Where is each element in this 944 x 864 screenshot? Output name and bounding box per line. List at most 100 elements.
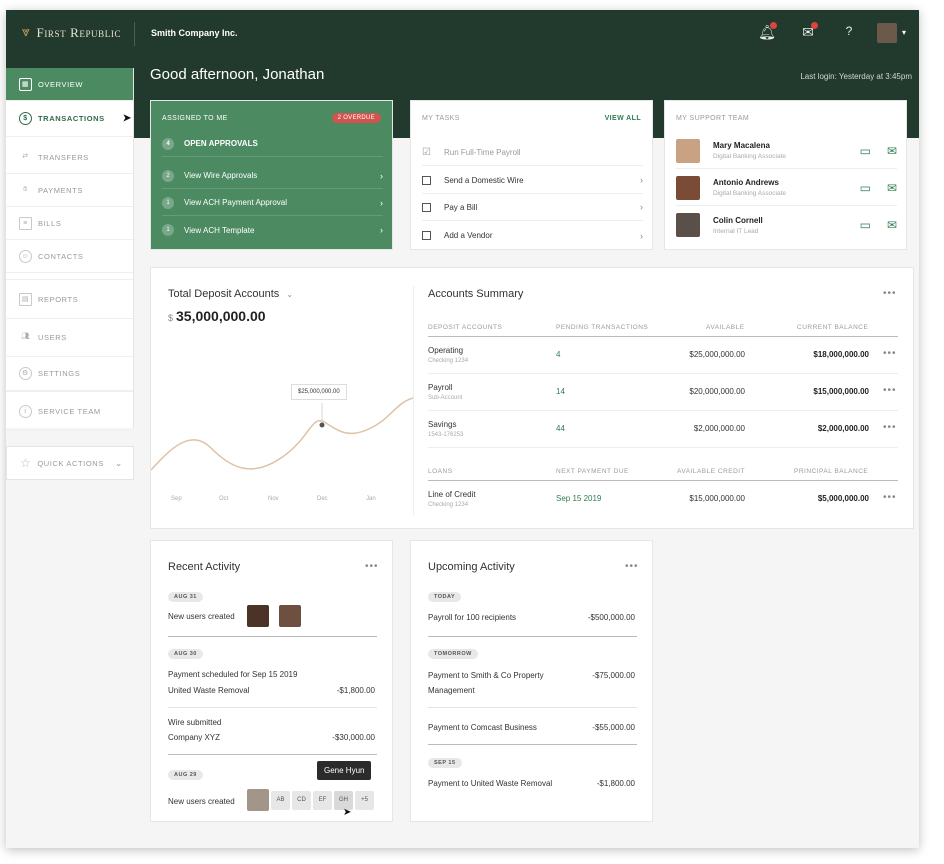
deposit-title-label: Total Deposit Accounts <box>168 288 280 300</box>
pending-count[interactable]: 14 <box>556 387 565 396</box>
pending-count[interactable]: 44 <box>556 424 565 433</box>
task-item[interactable]: Add a Vendor › <box>422 222 643 249</box>
brand-logo[interactable]: ⩔ First Republic <box>22 25 121 41</box>
mouse-cursor-icon: ➤ <box>343 807 352 818</box>
member-name: Antonio Andrews <box>713 178 779 187</box>
avatar[interactable] <box>247 789 269 811</box>
sidebar-item-transactions[interactable]: $ TRANSACTIONS ➤ <box>6 101 133 137</box>
more-menu-icon[interactable]: ••• <box>883 288 897 299</box>
loan-name[interactable]: Line of Credit Checking 1234 <box>428 490 476 508</box>
row-more-icon[interactable]: ••• <box>883 422 897 433</box>
more-menu-icon[interactable]: ••• <box>365 561 379 572</box>
sidebar-item-label: TRANSACTIONS <box>38 114 105 123</box>
notification-dot <box>770 22 777 29</box>
user-initials[interactable]: EF <box>313 791 332 810</box>
account-name-text: Operating <box>428 346 464 355</box>
email-icon[interactable]: ✉ <box>887 181 897 195</box>
dollar-icon: $ <box>19 112 32 125</box>
more-users-count[interactable]: +5 <box>355 791 374 810</box>
account-name[interactable]: Payroll Sub-Account <box>428 383 462 401</box>
task-checkbox[interactable] <box>422 231 431 240</box>
count-badge: 2 <box>162 169 174 182</box>
sidebar-item-reports[interactable]: ▤ REPORTS <box>6 279 133 319</box>
upcoming-title: Upcoming Activity <box>428 561 515 573</box>
open-approvals-row[interactable]: 4 OPEN APPROVALS <box>162 131 383 157</box>
account-name[interactable]: Operating Checking 1234 <box>428 346 468 364</box>
sidebar-item-service-team[interactable]: i SERVICE TEAM <box>6 391 133 431</box>
section-divider <box>168 754 377 755</box>
quick-actions-menu[interactable]: ☆ QUICK ACTIONS ⌄ <box>6 446 134 480</box>
task-label: Pay a Bill <box>444 202 478 212</box>
chat-icon[interactable]: ▭ <box>860 144 871 158</box>
pending-count[interactable]: 4 <box>556 350 560 359</box>
chevron-right-icon: › <box>640 175 643 185</box>
summary-title: Accounts Summary <box>428 288 524 300</box>
deposit-title[interactable]: Total Deposit Accounts ⌄ <box>168 288 293 300</box>
balance-amount: $18,000,000.00 <box>813 350 869 359</box>
ach-template-row[interactable]: 1 View ACH Template › <box>162 217 383 243</box>
chevron-right-icon: › <box>380 197 383 208</box>
task-checkbox[interactable] <box>422 175 431 185</box>
view-all-link[interactable]: VIEW ALL <box>605 115 641 122</box>
column-header: AVAILABLE <box>706 324 745 331</box>
chevron-down-icon: ⌄ <box>286 290 294 299</box>
account-name-text: Savings <box>428 420 457 429</box>
next-payment-due: Sep 15 2019 <box>556 494 602 503</box>
row-label: View ACH Template <box>184 225 255 235</box>
support-member: Antonio Andrews Digital Banking Associat… <box>676 170 897 206</box>
month-label: Jan <box>366 496 376 502</box>
assigned-title: ASSIGNED TO ME <box>162 115 228 122</box>
chat-icon[interactable]: ▭ <box>860 181 871 195</box>
task-item[interactable]: ☑ Run Full-Time Payroll <box>422 139 643 166</box>
task-checkbox[interactable] <box>422 202 431 212</box>
user-avatar[interactable] <box>877 23 897 43</box>
avatar[interactable] <box>279 605 301 627</box>
account-sub: Sub-Account <box>428 395 463 401</box>
task-item[interactable]: Pay a Bill › <box>422 194 643 221</box>
sidebar-item-payments[interactable]: ✋︎ PAYMENTS <box>6 174 133 207</box>
chat-icon[interactable]: ▭ <box>860 218 871 232</box>
loan-sub: Checking 1234 <box>428 502 469 508</box>
month-label: Oct <box>219 496 229 502</box>
available-amount: $20,000,000.00 <box>689 387 745 396</box>
row-more-icon[interactable]: ••• <box>883 348 897 359</box>
row-more-icon[interactable]: ••• <box>883 385 897 396</box>
help-button[interactable]: ? <box>839 24 859 44</box>
activity-text: New users created <box>168 797 235 806</box>
accounts-card: Total Deposit Accounts ⌄ $35,000,000.00 … <box>150 267 914 529</box>
email-icon[interactable]: ✉ <box>887 218 897 232</box>
avatar[interactable] <box>247 605 269 627</box>
column-header: LOANS <box>428 468 453 475</box>
sidebar-item-settings[interactable]: ⚙ SETTINGS <box>6 357 133 391</box>
task-label: Add a Vendor <box>444 231 493 240</box>
sidebar-item-transfers[interactable]: ⇄ TRANSFERS <box>6 141 133 174</box>
activity-amount: -$500,000.00 <box>587 613 635 622</box>
message-dot <box>811 22 818 29</box>
account-name[interactable]: Savings 1543-176253 <box>428 420 463 438</box>
task-item[interactable]: Send a Domestic Wire › <box>422 167 643 194</box>
ach-payment-approval-row[interactable]: 1 View ACH Payment Approval › <box>162 190 383 216</box>
service-icon: i <box>19 404 32 418</box>
messages-button[interactable]: ✉ <box>798 22 818 44</box>
row-more-icon[interactable]: ••• <box>883 492 897 503</box>
more-menu-icon[interactable]: ••• <box>625 561 639 572</box>
sidebar-item-contacts[interactable]: ☺ CONTACTS <box>6 240 133 273</box>
sidebar-item-bills[interactable]: ≡ BILLS <box>6 207 133 240</box>
date-pill: TOMORROW <box>428 649 478 659</box>
wire-approvals-row[interactable]: 2 View Wire Approvals › <box>162 163 383 189</box>
email-icon[interactable]: ✉ <box>887 144 897 158</box>
notifications-button[interactable]: 🔔︎ <box>757 22 777 44</box>
row-divider <box>168 707 377 708</box>
sidebar-item-overview[interactable]: ▦ OVERVIEW <box>6 68 133 101</box>
count-badge: 1 <box>162 224 174 236</box>
member-name: Mary Macalena <box>713 141 770 150</box>
column-header: PENDING TRANSACTIONS <box>556 324 649 331</box>
sidebar-item-users[interactable]: 👥︎ USERS <box>6 319 133 357</box>
chevron-down-icon[interactable]: ▾ <box>902 28 906 37</box>
chevron-right-icon: › <box>640 202 643 212</box>
user-initials[interactable]: CD <box>292 791 311 810</box>
trend-point[interactable] <box>319 422 325 428</box>
company-name[interactable]: Smith Company Inc. <box>151 28 238 38</box>
user-initials[interactable]: AB <box>271 791 290 810</box>
sidebar-item-label: TRANSFERS <box>38 152 89 162</box>
